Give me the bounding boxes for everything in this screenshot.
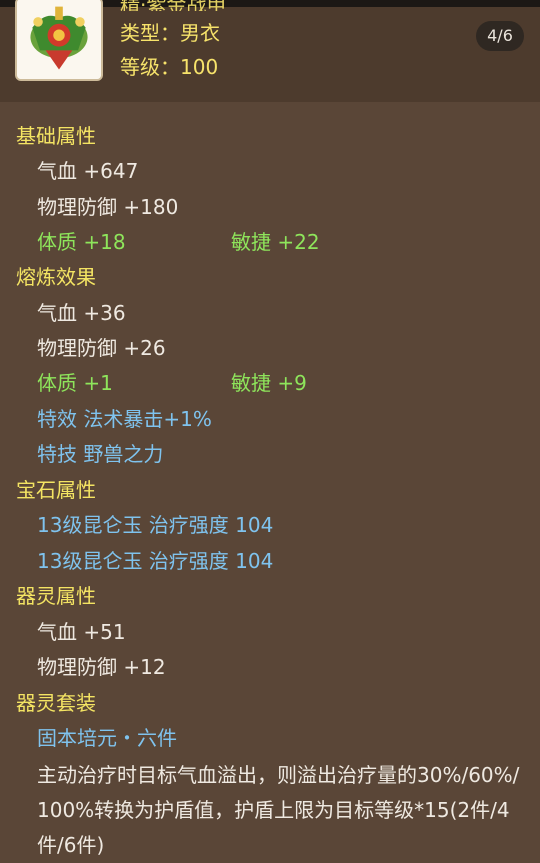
spirit-hp: 气血 +51 <box>37 620 126 644</box>
item-type: 类型：男衣 <box>120 20 220 46</box>
section-title-refine: 熔炼效果 <box>16 265 96 289</box>
type-label: 类型： <box>120 21 180 45</box>
gem-line-2: 13级昆仑玉 治疗强度 104 <box>37 549 274 573</box>
set-description: 主动治疗时目标气血溢出，则溢出治疗量的30%/60%/100%转换为护盾值，护盾… <box>37 763 520 857</box>
level-value: 100 <box>180 55 219 79</box>
basic-agi: 敏捷 +22 <box>231 230 320 254</box>
basic-pdef: 物理防御 +180 <box>37 195 179 219</box>
basic-con: 体质 +18 <box>37 230 126 254</box>
refine-hp: 气血 +36 <box>37 301 126 325</box>
spirit-pdef: 物理防御 +12 <box>37 655 166 679</box>
item-name: 精·紫金战甲 <box>120 0 226 11</box>
gem-line-1: 13级昆仑玉 治疗强度 104 <box>37 513 274 537</box>
set-name: 固本培元・六件 <box>37 726 177 750</box>
refine-con: 体质 +1 <box>37 371 113 395</box>
page-indicator: 4/6 <box>476 21 524 51</box>
section-title-spirit: 器灵属性 <box>16 584 96 608</box>
item-level: 等级：100 <box>120 54 218 80</box>
refine-agi: 敏捷 +9 <box>231 371 307 395</box>
section-title-set: 器灵套装 <box>16 691 96 715</box>
basic-hp: 气血 +647 <box>37 159 139 183</box>
level-label: 等级： <box>120 55 180 79</box>
refine-special-skill: 特技 野兽之力 <box>37 442 164 466</box>
type-value: 男衣 <box>180 21 220 45</box>
armor-item-icon[interactable] <box>15 0 103 81</box>
section-title-gem: 宝石属性 <box>16 478 96 502</box>
refine-special-effect: 特效 法术暴击+1% <box>37 407 212 431</box>
refine-pdef: 物理防御 +26 <box>37 336 166 360</box>
item-header: 精·紫金战甲 类型：男衣 等级：100 4/6 <box>0 0 540 102</box>
section-title-basic: 基础属性 <box>16 124 96 148</box>
